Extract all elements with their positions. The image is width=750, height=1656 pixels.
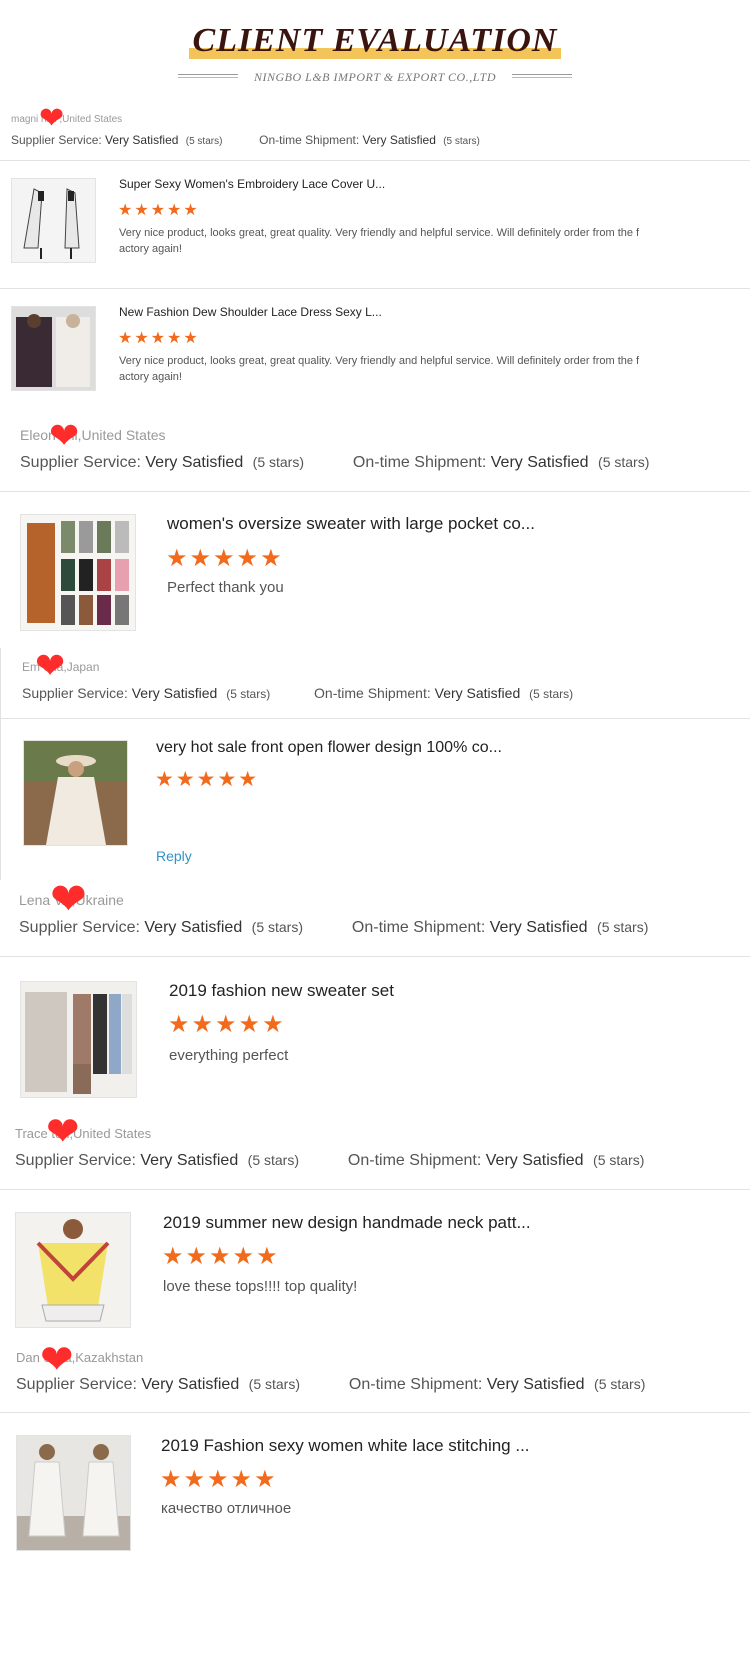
review-comment: everything perfect (169, 1047, 289, 1064)
product-title[interactable]: 2019 fashion new sweater set (169, 981, 394, 1001)
supplier-service-stars: (5 stars) (248, 1376, 301, 1392)
page-header: CLIENT EVALUATION NINGBO L&B IMPORT & EX… (0, 0, 750, 100)
service-rating-line: Supplier Service: Very Satisfied (5 star… (16, 1376, 645, 1394)
review-comment: love these tops!!!! top quality! (163, 1278, 358, 1295)
supplier-service-label: Supplier Service: (20, 454, 146, 471)
ontime-shipment-label: On-time Shipment: (351, 919, 490, 936)
heart-icon: ❤ (35, 645, 66, 686)
left-border (0, 648, 1, 880)
ontime-shipment-value: Very Satisfied (434, 685, 521, 701)
supplier-service-stars: (5 stars) (247, 1152, 300, 1168)
supplier-service-value: Very Satisfied (140, 1152, 239, 1169)
supplier-service-stars: (5 stars) (252, 454, 305, 470)
divider (0, 491, 750, 492)
ontime-shipment-label: On-time Shipment: (348, 1376, 487, 1393)
review-comment: Perfect thank you (167, 579, 284, 596)
supplier-service-label: Supplier Service: (11, 133, 106, 147)
product-thumbnail[interactable] (11, 306, 96, 391)
star-rating: ★★★★★ (118, 202, 200, 219)
product-title[interactable]: Super Sexy Women's Embroidery Lace Cover… (119, 177, 385, 191)
supplier-service-stars: (5 stars) (251, 919, 304, 935)
product-thumbnail[interactable] (15, 1212, 131, 1328)
product-thumbnail[interactable] (11, 178, 96, 263)
product-title[interactable]: 2019 summer new design handmade neck pat… (163, 1213, 531, 1233)
review-comment: качество отличное (161, 1500, 292, 1517)
product-thumbnail[interactable] (20, 981, 137, 1098)
star-rating: ★★★★★ (162, 1243, 280, 1270)
product-title[interactable]: women's oversize sweater with large pock… (167, 514, 535, 534)
ontime-shipment-label: On-time Shipment: (347, 1152, 486, 1169)
ontime-shipment-value: Very Satisfied (489, 919, 588, 936)
supplier-service-stars: (5 stars) (185, 136, 223, 147)
supplier-service-label: Supplier Service: (15, 1152, 141, 1169)
company-subtitle-row: NINGBO L&B IMPORT & EXPORT CO.,LTD (0, 68, 750, 86)
divider (0, 1189, 750, 1190)
divider (0, 160, 750, 161)
ontime-shipment-label: On-time Shipment: (352, 454, 491, 471)
reply-link[interactable]: Reply (156, 848, 192, 864)
ontime-shipment-stars: (5 stars) (529, 687, 574, 701)
buyer-name: Dan ovna,Kazakhstan (16, 1350, 144, 1365)
supplier-service-value: Very Satisfied (105, 133, 179, 147)
ontime-shipment-label: On-time Shipment: (314, 685, 435, 701)
product-title[interactable]: 2019 Fashion sexy women white lace stitc… (161, 1436, 530, 1456)
supplier-service-value: Very Satisfied (145, 454, 244, 471)
service-rating-line: Supplier Service: Very Satisfied (5 star… (15, 1152, 644, 1170)
ontime-shipment-stars: (5 stars) (598, 454, 650, 470)
heart-icon: ❤ (39, 102, 65, 135)
heart-icon: ❤ (50, 875, 87, 924)
heart-icon: ❤ (40, 1338, 74, 1382)
buyer-name: Eleon fini,United States (20, 427, 166, 443)
ontime-shipment-stars: (5 stars) (593, 1152, 645, 1168)
buyer-name: Trace ton,United States (15, 1126, 152, 1141)
divider (0, 288, 750, 289)
subtitle-rule-right (512, 74, 572, 78)
buyer-name: magni hini ,United States (11, 114, 123, 125)
star-rating: ★★★★★ (118, 330, 200, 347)
company-subtitle: NINGBO L&B IMPORT & EXPORT CO.,LTD (254, 70, 496, 84)
product-title[interactable]: New Fashion Dew Shoulder Lace Dress Sexy… (119, 305, 382, 319)
heart-icon: ❤ (49, 415, 80, 456)
ontime-shipment-label: On-time Shipment: (259, 133, 363, 147)
ontime-shipment-value: Very Satisfied (490, 454, 589, 471)
service-rating-line: Supplier Service: Very Satisfied (5 star… (19, 919, 648, 937)
ontime-shipment-value: Very Satisfied (486, 1376, 585, 1393)
ontime-shipment-stars: (5 stars) (594, 1376, 646, 1392)
ontime-shipment-value: Very Satisfied (362, 133, 436, 147)
page-title-text: CLIENT EVALUATION (188, 22, 562, 59)
product-title[interactable]: very hot sale front open flower design 1… (156, 739, 502, 757)
star-rating: ★★★★★ (160, 1466, 278, 1493)
supplier-service-stars: (5 stars) (226, 687, 271, 701)
review-comment: Very nice product, looks great, great qu… (119, 355, 640, 383)
supplier-service-value: Very Satisfied (141, 1376, 240, 1393)
service-rating-line: Supplier Service: Very Satisfied (5 star… (11, 133, 480, 147)
service-rating-line: Supplier Service: Very Satisfied (5 star… (20, 454, 649, 472)
page-title: CLIENT EVALUATION (0, 22, 750, 60)
star-rating: ★★★★★ (168, 1011, 286, 1038)
product-thumbnail[interactable] (20, 514, 136, 631)
ontime-shipment-value: Very Satisfied (485, 1152, 584, 1169)
divider (0, 1412, 750, 1413)
supplier-service-value: Very Satisfied (131, 685, 218, 701)
service-rating-line: Supplier Service: Very Satisfied (5 star… (22, 685, 573, 701)
supplier-service-label: Supplier Service: (16, 1376, 142, 1393)
supplier-service-value: Very Satisfied (144, 919, 243, 936)
divider (0, 956, 750, 957)
star-rating: ★★★★★ (166, 545, 284, 572)
supplier-service-label: Supplier Service: (22, 685, 132, 701)
review-comment: Very nice product, looks great, great qu… (119, 227, 640, 255)
ontime-shipment-stars: (5 stars) (597, 919, 649, 935)
divider (0, 718, 750, 719)
star-rating: ★★★★★ (155, 768, 260, 791)
ontime-shipment-stars: (5 stars) (443, 136, 480, 147)
product-thumbnail[interactable] (16, 1435, 131, 1551)
supplier-service-label: Supplier Service: (19, 919, 145, 936)
heart-icon: ❤ (46, 1110, 80, 1154)
product-thumbnail[interactable] (23, 740, 128, 846)
